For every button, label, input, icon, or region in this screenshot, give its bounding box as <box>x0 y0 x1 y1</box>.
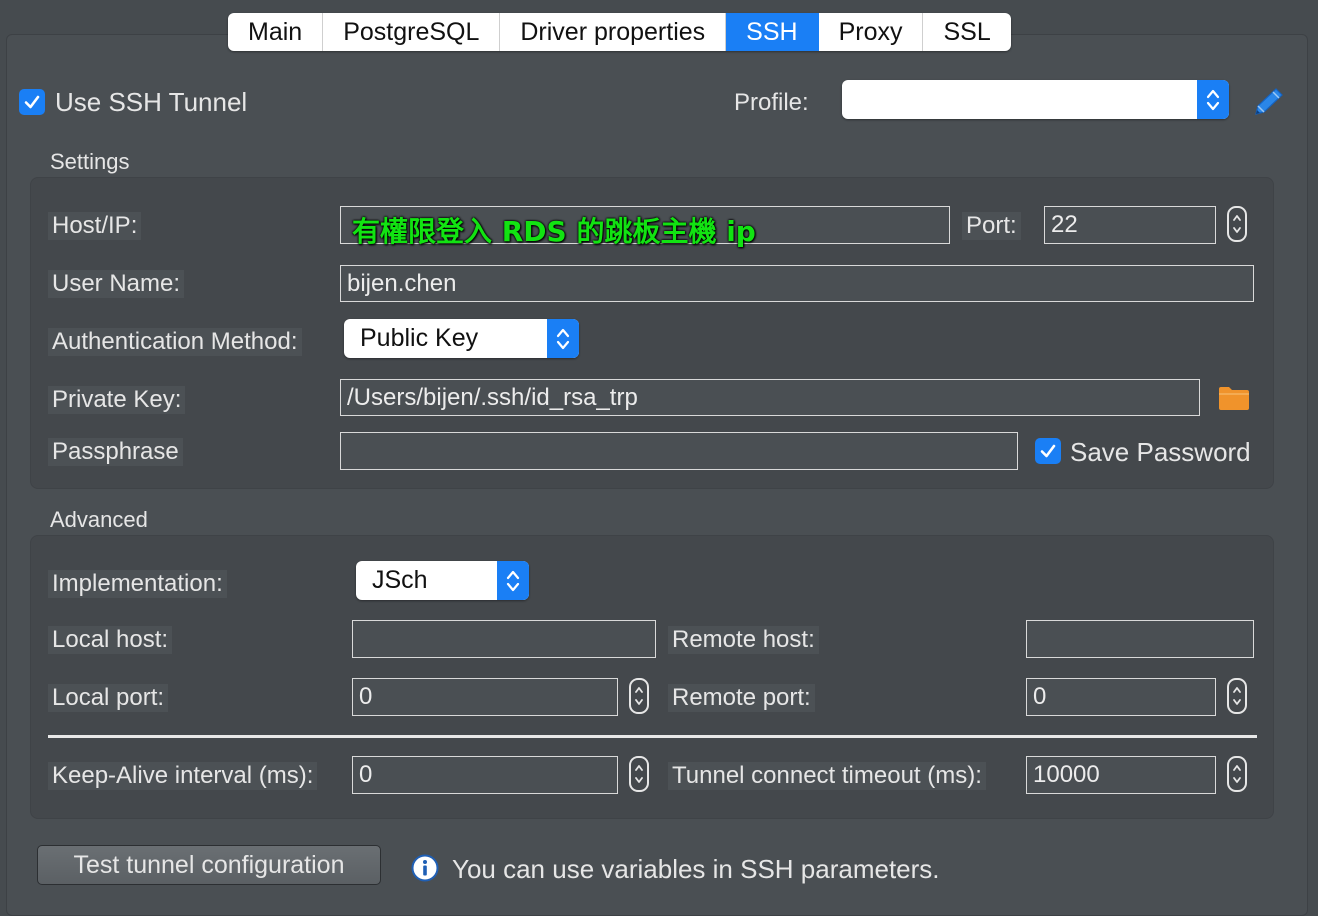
timeout-label: Tunnel connect timeout (ms): <box>668 762 986 790</box>
remote-port-stepper[interactable] <box>1227 678 1247 714</box>
pencil-icon[interactable] <box>1252 86 1286 123</box>
port-input[interactable]: 22 <box>1044 206 1216 244</box>
passphrase-label: Passphrase <box>48 438 183 466</box>
timeout-input[interactable]: 10000 <box>1026 756 1216 794</box>
tab-main[interactable]: Main <box>228 13 324 51</box>
user-name-input[interactable]: bijen.chen <box>340 265 1254 302</box>
local-port-label: Local port: <box>48 684 169 712</box>
updown-chevron-icon <box>547 319 579 358</box>
tab-postgresql[interactable]: PostgreSQL <box>323 13 501 51</box>
port-label: Port: <box>962 212 1021 240</box>
checkmark-icon <box>1040 444 1056 458</box>
advanced-divider <box>48 735 1257 738</box>
remote-host-input[interactable] <box>1026 620 1254 658</box>
save-password-label[interactable]: Save Password <box>1070 437 1251 468</box>
keepalive-stepper[interactable] <box>629 756 649 792</box>
timeout-stepper[interactable] <box>1227 756 1247 792</box>
host-label: Host/IP: <box>48 212 142 240</box>
tab-proxy[interactable]: Proxy <box>819 13 924 51</box>
local-host-label: Local host: <box>48 626 173 654</box>
auth-method-select[interactable]: Public Key <box>344 319 579 358</box>
local-host-input[interactable] <box>352 620 656 658</box>
implementation-label: Implementation: <box>48 570 227 598</box>
info-text: You can use variables in SSH parameters. <box>452 854 940 884</box>
save-password-checkbox[interactable] <box>1035 438 1061 464</box>
keepalive-input[interactable]: 0 <box>352 756 618 794</box>
profile-label: Profile: <box>734 89 809 116</box>
host-annotation: 有權限登入 RDS 的跳板主機 ip <box>352 215 756 248</box>
advanced-title: Advanced <box>50 507 148 532</box>
settings-title: Settings <box>50 149 130 174</box>
implementation-value: JSch <box>372 566 428 594</box>
implementation-select[interactable]: JSch <box>356 561 529 600</box>
auth-method-label: Authentication Method: <box>48 328 302 356</box>
local-port-input[interactable]: 0 <box>352 678 618 716</box>
updown-chevron-icon <box>1197 80 1229 119</box>
use-ssh-tunnel-checkbox[interactable] <box>19 89 45 115</box>
use-ssh-tunnel-label[interactable]: Use SSH Tunnel <box>55 87 247 118</box>
tab-ssh[interactable]: SSH <box>726 13 819 51</box>
private-key-input[interactable]: /Users/bijen/.ssh/id_rsa_trp <box>340 379 1200 416</box>
local-port-stepper[interactable] <box>629 678 649 714</box>
auth-method-value: Public Key <box>360 324 479 352</box>
tab-ssl[interactable]: SSL <box>923 13 1010 51</box>
keepalive-label: Keep-Alive interval (ms): <box>48 762 318 790</box>
profile-select[interactable] <box>842 80 1229 119</box>
remote-port-input[interactable]: 0 <box>1026 678 1216 716</box>
passphrase-input[interactable] <box>340 432 1018 470</box>
remote-port-label: Remote port: <box>668 684 815 712</box>
checkmark-icon <box>24 95 40 109</box>
user-name-label: User Name: <box>48 270 185 298</box>
test-tunnel-button[interactable]: Test tunnel configuration <box>37 845 381 885</box>
updown-chevron-icon <box>497 561 529 600</box>
remote-host-label: Remote host: <box>668 626 819 654</box>
private-key-label: Private Key: <box>48 386 186 414</box>
port-stepper[interactable] <box>1227 206 1247 242</box>
info-icon <box>411 854 439 887</box>
tab-driver-properties[interactable]: Driver properties <box>500 13 727 51</box>
folder-icon[interactable] <box>1218 385 1250 416</box>
tab-bar: Main PostgreSQL Driver properties SSH Pr… <box>228 13 1011 51</box>
